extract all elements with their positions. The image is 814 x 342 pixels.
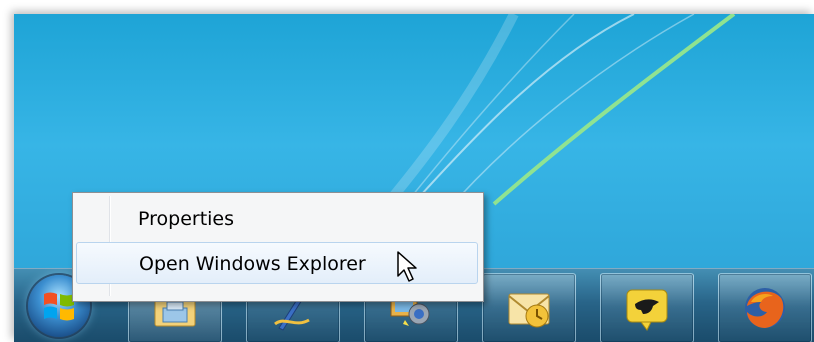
bird-messaging-app-icon <box>626 289 668 331</box>
taskbar-button-firefox[interactable] <box>718 273 812 342</box>
taskbar-button-outlook[interactable] <box>482 273 576 342</box>
taskbar-button-messaging[interactable] <box>600 273 694 342</box>
screenshot-frame: Properties Open Windows Explorer <box>0 0 814 342</box>
firefox-browser-icon <box>745 288 785 328</box>
windows-start-orb-icon <box>44 292 74 321</box>
context-menu: Properties Open Windows Explorer <box>72 192 484 302</box>
desktop: Properties Open Windows Explorer <box>14 14 814 342</box>
mouse-pointer-icon <box>397 251 417 282</box>
menu-item-properties[interactable]: Properties <box>76 198 478 240</box>
outlook-email-icon <box>508 293 550 328</box>
